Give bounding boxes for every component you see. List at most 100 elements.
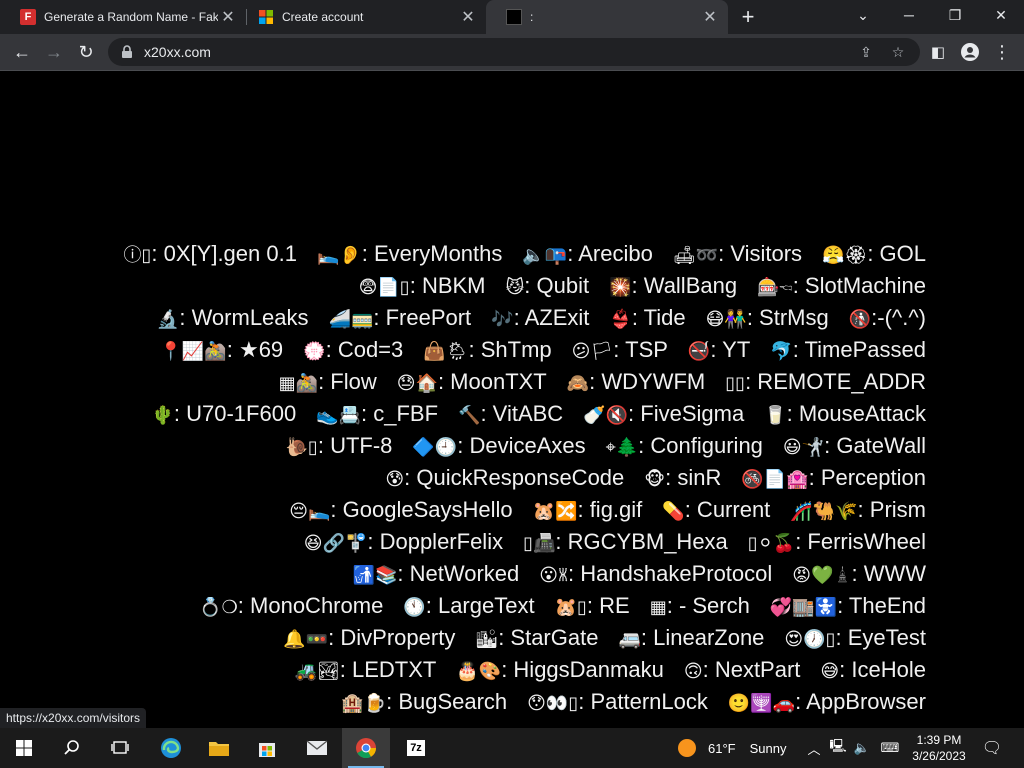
emoji-link[interactable]: ▦: - Serch (650, 593, 750, 618)
share-icon[interactable]: ⇪ (856, 42, 876, 62)
edge-icon[interactable] (147, 728, 195, 768)
emoji-link[interactable]: 🐹🔀: fig.gif (533, 497, 643, 522)
emoji-link[interactable]: 🐹▯: RE (555, 593, 630, 618)
windows-start-icon[interactable] (0, 728, 48, 768)
close-icon[interactable]: ✕ (700, 7, 720, 27)
emoji-link[interactable]: 🎇: WallBang (609, 273, 737, 298)
emoji-link[interactable]: 🎢🐫🌾: Prism (790, 497, 926, 522)
search-icon[interactable] (48, 728, 96, 768)
emoji-link[interactable]: 🔈📭: Arecibo (522, 241, 652, 266)
notifications-icon[interactable]: 🗨 (982, 738, 1002, 758)
emoji-link[interactable]: 😨📄▯: NBKM (359, 273, 486, 298)
chrome-icon[interactable] (342, 728, 390, 768)
tab-current[interactable]: : ✕ (486, 0, 728, 34)
emoji-link[interactable]: 🐵: sinR (644, 465, 721, 490)
emoji-link[interactable]: ▯▯: REMOTE_ADDR (725, 369, 926, 394)
reload-icon[interactable]: ↻ (72, 38, 100, 66)
emoji-link[interactable]: 👟📇: c_FBF (316, 401, 438, 426)
tab-search-icon[interactable]: ⌄ (840, 0, 886, 30)
mail-icon[interactable] (293, 728, 341, 768)
emoji-link[interactable]: 😼: Qubit (506, 273, 590, 298)
chevron-up-icon[interactable]: ︿ (804, 738, 824, 758)
emoji-link[interactable]: 🍼🔇: FiveSigma (583, 401, 744, 426)
emoji-link[interactable]: 🕚: LargeText (403, 593, 534, 618)
store-icon[interactable] (243, 728, 291, 768)
emoji-link[interactable]: 😯👀▯: PatternLock (527, 689, 708, 714)
emoji-link[interactable]: 🚮📚: NetWorked (353, 561, 520, 586)
restore-button[interactable]: ❐ (932, 0, 978, 30)
tab-create-account[interactable]: Create account ✕ (238, 0, 486, 34)
emoji-link[interactable]: 🌵: U70-1F600 (151, 401, 296, 426)
emoji-link[interactable]: 🥛: MouseAttack (764, 401, 926, 426)
emoji-link[interactable]: 🛋➿: Visitors (673, 241, 802, 266)
emoji-link[interactable]: 😮🝏: HandshakeProtocol (539, 561, 772, 586)
emoji-link[interactable]: 🎰🖘: SlotMachine (757, 273, 926, 298)
bookmark-star-icon[interactable]: ☆ (888, 42, 908, 62)
emoji-link[interactable]: 🛌👂: EveryMonths (317, 241, 502, 266)
emoji-link[interactable]: 🔨: VitABC (458, 401, 563, 426)
emoji-link[interactable]: 🔷🕘: DeviceAxes (412, 433, 585, 458)
emoji-link[interactable]: 😃🤺: GateWall (783, 433, 926, 458)
emoji-link[interactable]: ▦🚵: Flow (279, 369, 377, 394)
emoji-link[interactable]: 🐬: TimePassed (770, 337, 926, 362)
emoji-link[interactable]: 😆🔗🚏: DopplerFelix (304, 529, 503, 554)
profile-icon[interactable] (956, 38, 984, 66)
task-view-icon[interactable] (96, 728, 144, 768)
emoji-link[interactable]: 😷👫: StrMsg (706, 305, 829, 330)
minimize-button[interactable]: ─ (886, 0, 932, 30)
emoji-link[interactable]: ▯⚪🍒: FerrisWheel (748, 529, 926, 554)
close-window-button[interactable]: ✕ (978, 0, 1024, 30)
emoji-link[interactable]: 🏙: StarGate (475, 625, 598, 650)
emoji-link[interactable]: 🙂🕎🚗: AppBrowser (728, 689, 926, 714)
emoji-link[interactable]: 📍📈🚵: ★69 (160, 337, 284, 362)
link-label: : DeviceAxes (457, 433, 586, 458)
emoji-link[interactable]: 😡💚🛓: WWW (792, 561, 926, 586)
emoji-link[interactable]: 🏨🍺: BugSearch (341, 689, 507, 714)
emoji-link[interactable]: 🙃: NextPart (684, 657, 801, 682)
emoji-link[interactable]: 😓🏠: MoonTXT (397, 369, 547, 394)
emoji-link[interactable]: 😍🕖▯: EyeTest (784, 625, 926, 650)
side-panel-icon[interactable]: ◧ (924, 38, 952, 66)
emoji-link[interactable]: 💍❍: MonoChrome (199, 593, 383, 618)
emoji-link[interactable]: 🚭: YT (688, 337, 750, 362)
emoji-link[interactable]: 😔🛌: GoogleSaysHello (289, 497, 512, 522)
emoji-link[interactable]: 🙈: WDYWFM (567, 369, 706, 394)
emoji-link[interactable]: 😤🏵: GOL (822, 241, 926, 266)
back-icon[interactable]: ← (8, 38, 36, 66)
forward-icon[interactable]: → (40, 38, 68, 66)
clock[interactable]: 1:39 PM 3/26/2023 (906, 732, 972, 764)
new-tab-button[interactable]: + (736, 4, 760, 29)
emoji-link[interactable]: 💞🏬🚼: TheEnd (770, 593, 926, 618)
emoji-link[interactable]: 🚄🚃: FreePort (329, 305, 472, 330)
emoji-link[interactable]: 🔬: WormLeaks (157, 305, 309, 330)
emoji-link[interactable]: 🚳📄🏩: Perception (741, 465, 926, 490)
emoji-link[interactable]: 😰: QuickResponseCode (385, 465, 624, 490)
network-icon[interactable]: 🖳 (828, 738, 848, 758)
address-bar[interactable]: x20xx.com ⇪ ☆ (108, 38, 920, 66)
keyboard-icon[interactable]: ⌨ (880, 738, 900, 758)
emoji-link[interactable]: 🚐: LinearZone (618, 625, 764, 650)
emoji-link[interactable]: 👜🌦: ShTmp (423, 337, 551, 362)
emoji-link[interactable]: ▯📠: RGCYBM_Hexa (523, 529, 728, 554)
emoji-link[interactable]: 🚜🏞: LEDTXT (295, 657, 437, 682)
emoji-link[interactable]: 🚯:-(^.^) (849, 305, 926, 330)
tab-fake-name[interactable]: F Generate a Random Name - Fake ✕ (0, 0, 246, 34)
emoji-link[interactable]: 😕🏳: TSP (572, 337, 668, 362)
emoji-link[interactable]: 🔔🚥: DivProperty (283, 625, 455, 650)
emoji-link[interactable]: ⓘ▯: 0X[Y].gen 0.1 (124, 241, 297, 266)
emoji-link[interactable]: 😅: IceHole (820, 657, 926, 682)
emoji-link[interactable]: 🐌▯: UTF-8 (286, 433, 393, 458)
weather-widget[interactable]: 61°F Sunny (678, 728, 786, 768)
emoji-link[interactable]: 🎂🎨: HiggsDanmaku (456, 657, 663, 682)
menu-icon[interactable]: ⋮ (988, 38, 1016, 66)
emoji-link[interactable]: 🎶: AZExit (491, 305, 589, 330)
volume-icon[interactable]: 🔈 (852, 738, 872, 758)
emoji-link[interactable]: ⌖🌲: Configuring (606, 433, 763, 458)
close-icon[interactable]: ✕ (458, 7, 478, 27)
emoji-link[interactable]: 💮: Cod=3 (303, 337, 403, 362)
emoji-link[interactable]: 👙: Tide (609, 305, 685, 330)
file-explorer-icon[interactable] (195, 728, 243, 768)
close-icon[interactable]: ✕ (218, 7, 238, 27)
emoji-link[interactable]: 💊: Current (662, 497, 770, 522)
7zip-icon[interactable]: 7z (392, 728, 440, 768)
